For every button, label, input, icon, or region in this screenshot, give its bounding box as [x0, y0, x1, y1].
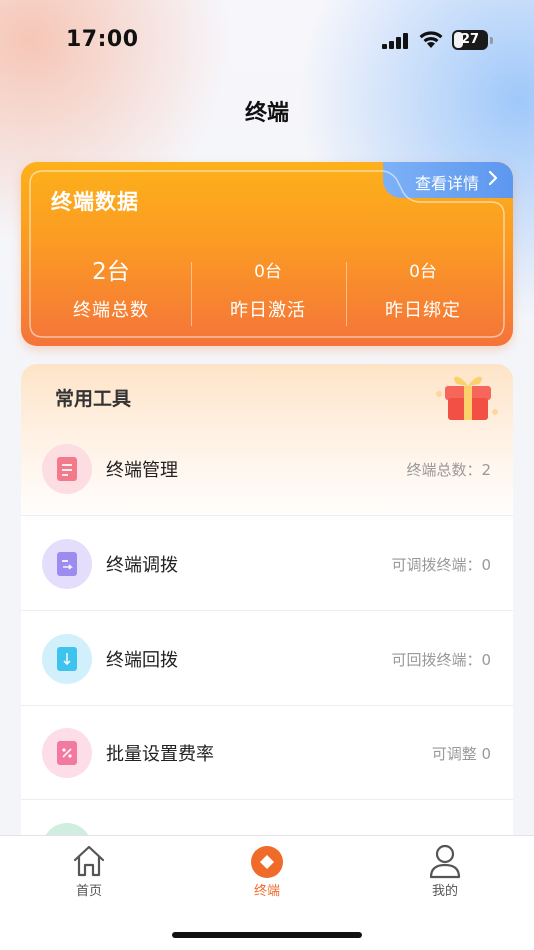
- stat-total-terminals[interactable]: 2台 终端总数: [34, 252, 188, 322]
- tab-label: 首页: [75, 884, 102, 899]
- stat-activated-yesterday[interactable]: 0台 昨日激活: [191, 252, 345, 322]
- stat-label: 昨日激活: [230, 300, 306, 321]
- tool-terminal-transfer[interactable]: 终端调拨 可调拨终端：0: [21, 517, 513, 611]
- tool-batch-rate-setting[interactable]: 批量设置费率 可调整 0: [21, 706, 513, 800]
- percent-icon: [57, 741, 77, 765]
- home-indicator: [172, 932, 362, 938]
- transfer-icon: [57, 552, 77, 576]
- stat-label: 昨日绑定: [385, 300, 461, 321]
- tool-meta: 可调拨终端：0: [391, 556, 491, 574]
- view-details-button[interactable]: 查看详情: [383, 162, 513, 198]
- tool-icon: [42, 634, 92, 684]
- battery-level: 27: [460, 32, 480, 47]
- user-icon: [429, 844, 461, 879]
- tab-label: 我的: [431, 884, 458, 899]
- cellular-signal-icon: [382, 33, 410, 49]
- status-time: 17:00: [66, 27, 139, 52]
- tab-home[interactable]: 首页: [0, 836, 178, 906]
- home-icon: [73, 845, 105, 877]
- stat-bound-yesterday[interactable]: 0台 昨日绑定: [346, 252, 500, 322]
- tool-terminal-management[interactable]: 终端管理 终端总数：2: [21, 422, 513, 516]
- page-title: 终端: [244, 101, 289, 126]
- tool-icon: [42, 539, 92, 589]
- tool-name: 批量设置费率: [106, 744, 214, 765]
- tab-terminal[interactable]: 终端: [178, 836, 356, 906]
- gift-icon: [436, 376, 498, 420]
- status-bar: 17:00 27: [0, 0, 534, 80]
- stat-value: 0台: [254, 262, 282, 282]
- stat-value: 0台: [409, 262, 437, 282]
- tab-label: 终端: [253, 884, 280, 899]
- common-tools-card: 常用工具 终端管理 终端总数：2 终端调拨 可调拨终端：0 终端回拨 可回拨终端…: [21, 364, 513, 844]
- tool-meta: 可回拨终端：0: [391, 651, 491, 669]
- tool-terminal-return[interactable]: 终端回拨 可回拨终端：0: [21, 612, 513, 706]
- chevron-right-icon: [488, 170, 498, 186]
- battery-icon: 27: [452, 30, 488, 50]
- tool-icon: [42, 444, 92, 494]
- stat-label: 终端总数: [73, 300, 149, 321]
- tool-icon: [42, 728, 92, 778]
- tool-meta: 可调整 0: [431, 745, 491, 763]
- document-icon: [57, 457, 77, 481]
- terminal-icon: [251, 846, 283, 878]
- return-icon: [57, 647, 77, 671]
- tool-name: 终端回拨: [106, 650, 178, 671]
- tool-meta: 终端总数：2: [406, 461, 491, 479]
- tab-mine[interactable]: 我的: [356, 836, 534, 906]
- tool-name: 终端调拨: [106, 555, 178, 576]
- stat-value: 2台: [92, 259, 130, 285]
- view-details-label: 查看详情: [414, 174, 479, 193]
- data-card-title: 终端数据: [51, 190, 139, 214]
- tools-title: 常用工具: [55, 388, 132, 410]
- wifi-icon: [419, 31, 443, 48]
- tool-name: 终端管理: [106, 460, 178, 481]
- terminal-data-card: 查看详情 终端数据 2台 终端总数 0台 昨日激活 0台 昨日绑定: [21, 162, 513, 346]
